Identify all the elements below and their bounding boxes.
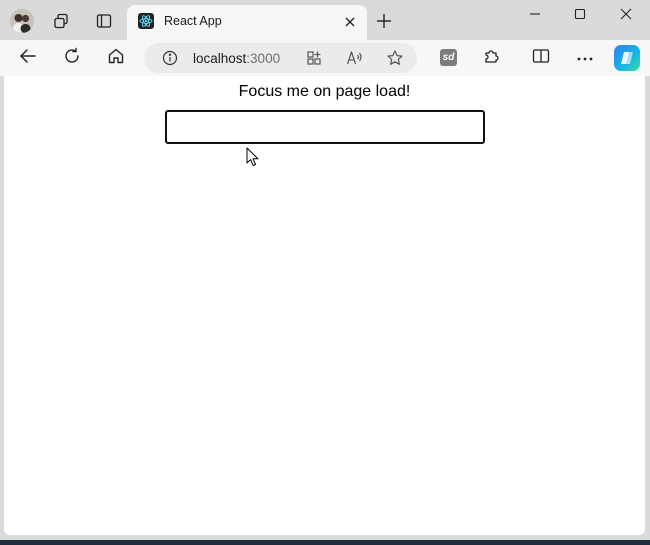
browser-toolbar: localhost:3000 sd [0, 40, 650, 76]
close-window-icon[interactable] [603, 0, 649, 28]
back-arrow-icon [19, 48, 37, 69]
focus-label: Focus me on page load! [238, 83, 411, 100]
star-icon[interactable] [386, 49, 404, 72]
app-available-icon[interactable] [306, 50, 322, 71]
split-screen-button[interactable] [528, 46, 554, 70]
home-button[interactable] [103, 46, 129, 70]
tab-strip: React App [0, 0, 650, 40]
sd-extension-label: sd [442, 52, 455, 63]
tab-actions-icon[interactable] [94, 11, 114, 31]
extensions-button[interactable] [479, 46, 505, 70]
url-port: :3000 [246, 51, 281, 66]
url-text[interactable]: localhost:3000 [193, 51, 280, 66]
page-viewport: Focus me on page load! [4, 76, 645, 535]
url-host: localhost [193, 51, 247, 66]
copilot-icon[interactable] [614, 45, 640, 71]
puzzle-icon [483, 47, 501, 70]
close-icon[interactable] [341, 13, 359, 31]
read-aloud-icon[interactable] [346, 50, 363, 71]
mouse-cursor-icon [246, 147, 260, 167]
browser-window: React App localhost:3000 sd Focus me on … [0, 0, 650, 540]
more-button[interactable] [572, 46, 598, 70]
tab-title: React App [164, 14, 222, 28]
more-icon [576, 49, 594, 67]
refresh-icon [63, 47, 81, 70]
refresh-button[interactable] [59, 46, 85, 70]
tab-react-app[interactable]: React App [127, 5, 367, 40]
info-icon[interactable] [162, 50, 178, 71]
plus-icon[interactable] [374, 11, 394, 31]
split-screen-icon [532, 48, 550, 69]
focus-text-input[interactable] [165, 110, 485, 144]
maximize-icon[interactable] [557, 0, 603, 28]
home-icon [107, 47, 125, 70]
sd-extension-icon[interactable]: sd [440, 49, 457, 66]
profile-avatar-icon[interactable] [10, 9, 34, 33]
minimize-icon[interactable] [512, 0, 558, 28]
workspaces-icon[interactable] [51, 11, 71, 31]
back-button[interactable] [15, 46, 41, 70]
address-bar[interactable]: localhost:3000 [144, 43, 417, 73]
react-logo-icon [138, 13, 154, 29]
